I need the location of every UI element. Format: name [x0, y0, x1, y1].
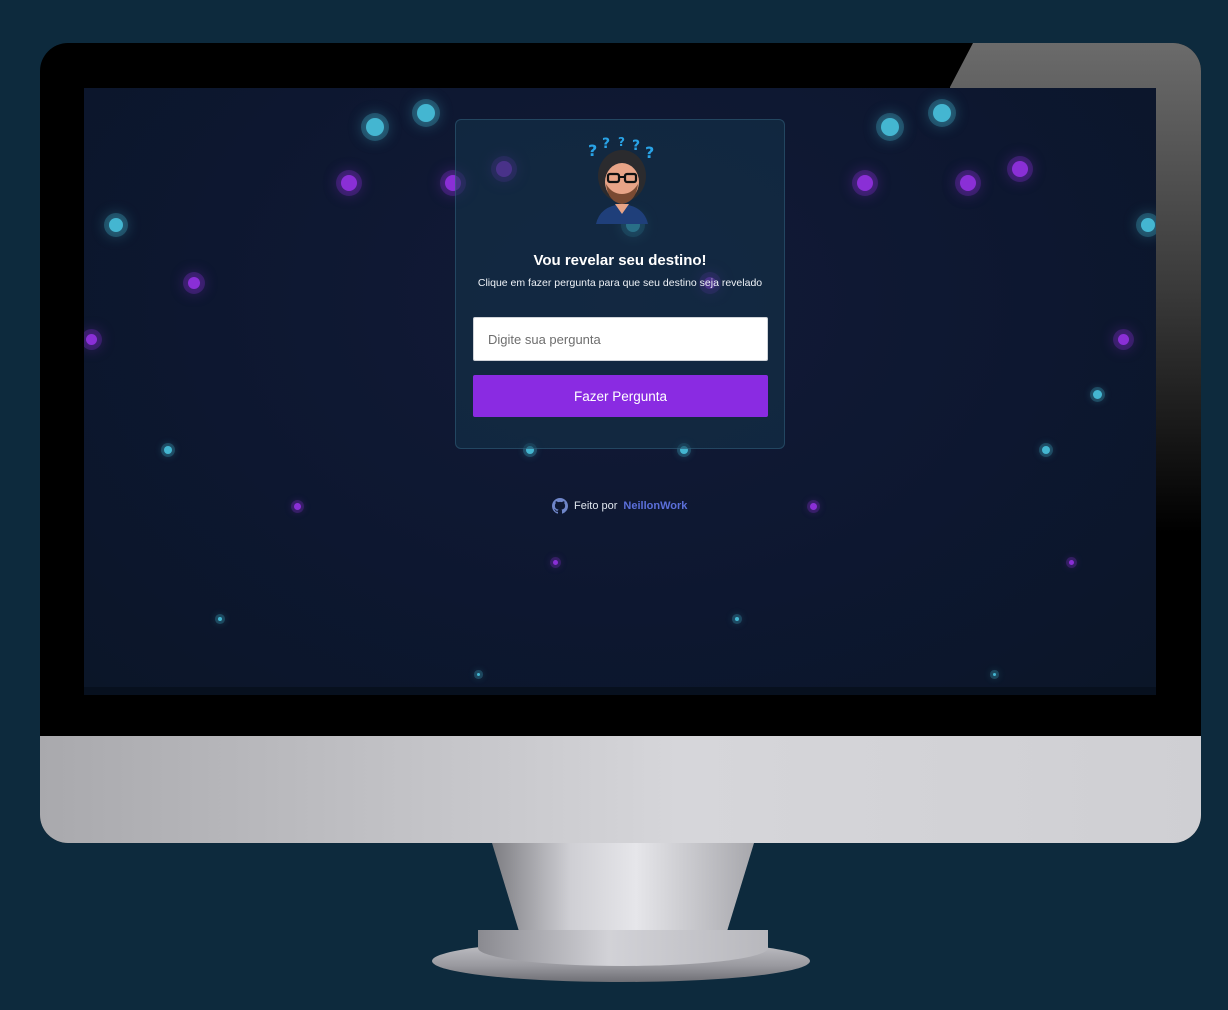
particle-dot — [109, 218, 123, 232]
ask-question-button[interactable]: Fazer Pergunta — [473, 375, 768, 417]
particle-dot — [1069, 560, 1074, 565]
monitor-chin — [40, 736, 1201, 843]
monitor-frame: ? ? ? ? ? Vou revelar seu destino! Cliqu… — [40, 43, 1201, 843]
particle-dot — [417, 104, 435, 122]
screen-bottom-edge — [84, 687, 1156, 695]
particle-dot — [960, 175, 976, 191]
svg-text:?: ? — [645, 143, 654, 162]
question-card: ? ? ? ? ? Vou revelar seu destino! Cliqu… — [455, 119, 785, 449]
svg-text:?: ? — [602, 136, 610, 152]
github-icon — [552, 498, 568, 514]
particle-dot — [1042, 446, 1050, 454]
particle-dot — [810, 503, 817, 510]
svg-text:?: ? — [588, 141, 597, 160]
particle-dot — [477, 673, 480, 676]
particle-dot — [993, 673, 996, 676]
particle-dot — [553, 560, 558, 565]
particle-dot — [366, 118, 384, 136]
monitor-stand-base-top — [478, 930, 768, 966]
particle-dot — [735, 617, 739, 621]
particle-dot — [933, 104, 951, 122]
card-title: Vou revelar seu destino! — [533, 252, 707, 269]
footer-made-by: Feito por — [574, 500, 618, 512]
particle-dot — [1118, 334, 1129, 345]
particle-dot — [1093, 390, 1102, 399]
particle-dot — [86, 334, 97, 345]
particle-dot — [218, 617, 222, 621]
particle-dot — [1012, 161, 1028, 177]
particle-dot — [857, 175, 873, 191]
svg-text:?: ? — [632, 138, 640, 154]
avatar: ? ? ? ? ? — [588, 135, 654, 224]
card-subtitle: Clique em fazer pergunta para que seu de… — [477, 277, 763, 289]
particle-dot — [188, 277, 200, 289]
question-input[interactable] — [473, 317, 768, 361]
particle-dot — [164, 446, 172, 454]
footer-credit: Feito por NeillonWork — [552, 497, 687, 515]
author-link[interactable]: NeillonWork — [623, 500, 687, 512]
particle-dot — [294, 503, 301, 510]
particle-dot — [1141, 218, 1155, 232]
screen: ? ? ? ? ? Vou revelar seu destino! Cliqu… — [84, 88, 1156, 695]
particle-dot — [341, 175, 357, 191]
svg-text:?: ? — [618, 135, 625, 149]
particle-dot — [881, 118, 899, 136]
